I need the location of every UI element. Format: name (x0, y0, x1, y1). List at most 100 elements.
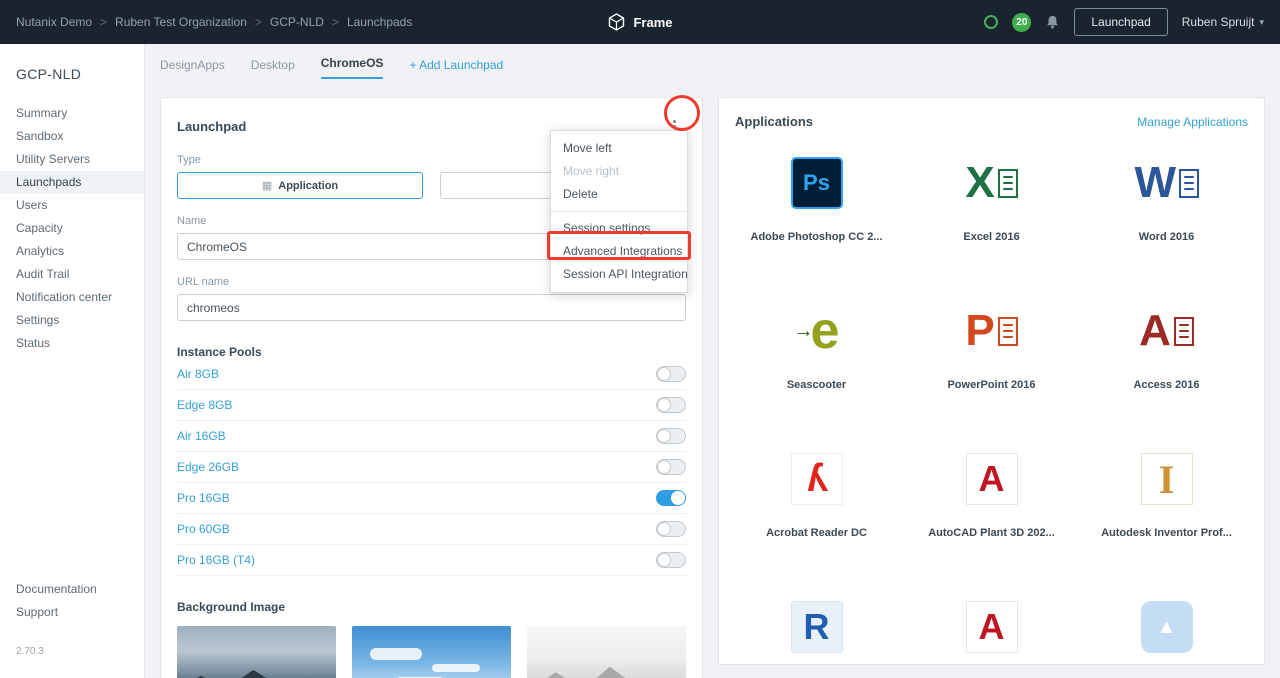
app-label: Adobe Photoshop CC 2... (751, 231, 883, 243)
sidebar-item-summary[interactable]: Summary (0, 102, 144, 125)
sidebar-item-status[interactable]: Status (0, 332, 144, 355)
manage-applications-link[interactable]: Manage Applications (1137, 115, 1248, 129)
pool-toggle[interactable] (656, 490, 686, 506)
app-inventor[interactable]: I Autodesk Inventor Prof... (1079, 447, 1254, 595)
pool-row: Edge 26GB (177, 452, 686, 483)
app-cloud[interactable]: ▲ (1079, 595, 1254, 665)
pool-toggle[interactable] (656, 428, 686, 444)
sidebar-item-utility-servers[interactable]: Utility Servers (0, 148, 144, 171)
app-label: Acrobat Reader DC (766, 527, 867, 539)
app-autocad[interactable]: A (904, 595, 1079, 665)
app-excel[interactable]: X Excel 2016 (904, 151, 1079, 299)
app-acrobat[interactable]: λ Acrobat Reader DC (729, 447, 904, 595)
breadcrumb-item[interactable]: GCP-NLD (270, 15, 324, 29)
applications-grid: Ps Adobe Photoshop CC 2... X Excel 2016 … (719, 145, 1264, 665)
breadcrumb: Nutanix Demo > Ruben Test Organization >… (16, 15, 412, 29)
breadcrumb-item[interactable]: Nutanix Demo (16, 15, 92, 29)
tab-designapps[interactable]: DesignApps (160, 58, 225, 79)
pool-toggle[interactable] (656, 397, 686, 413)
app-access[interactable]: A Access 2016 (1079, 299, 1254, 447)
instance-pools-title: Instance Pools (177, 345, 686, 359)
sidebar-item-users[interactable]: Users (0, 194, 144, 217)
frame-brand: Frame (607, 13, 672, 31)
sidebar-item-launchpads[interactable]: Launchpads (0, 171, 144, 194)
pool-link[interactable]: Pro 60GB (177, 522, 230, 536)
app-autocad-plant[interactable]: A AutoCAD Plant 3D 202... (904, 447, 1079, 595)
sidebar-item-documentation[interactable]: Documentation (0, 578, 144, 601)
pool-row: Air 16GB (177, 421, 686, 452)
type-application-button[interactable]: ▦ Application (177, 172, 423, 199)
launchpad-tabs: DesignApps Desktop ChromeOS + Add Launch… (160, 56, 503, 79)
pool-row: Pro 16GB (T4) (177, 545, 686, 576)
revit-icon: R (791, 601, 843, 653)
sidebar: GCP-NLD Summary Sandbox Utility Servers … (0, 44, 145, 678)
menu-item-advanced-integrations[interactable]: Advanced Integrations (551, 240, 687, 263)
chevron-down-icon: ▾ (1259, 17, 1264, 28)
app-label: Autodesk Inventor Prof... (1101, 527, 1232, 539)
url-name-input[interactable] (177, 294, 686, 321)
sidebar-item-capacity[interactable]: Capacity (0, 217, 144, 240)
pool-row: Air 8GB (177, 359, 686, 390)
user-name: Ruben Spruijt (1182, 15, 1255, 29)
app-powerpoint[interactable]: P PowerPoint 2016 (904, 299, 1079, 447)
frame-logo-icon (607, 13, 625, 31)
add-launchpad-link[interactable]: + Add Launchpad (409, 58, 503, 79)
pool-toggle[interactable] (656, 552, 686, 568)
user-menu[interactable]: Ruben Spruijt ▾ (1182, 15, 1264, 29)
excel-icon: X (960, 157, 1024, 209)
app-label: Seascooter (787, 379, 846, 391)
type-value: Application (278, 180, 338, 192)
background-image-title: Background Image (177, 600, 686, 614)
autocad-icon: A (966, 601, 1018, 653)
background-image-mountains[interactable] (177, 626, 336, 678)
powerpoint-icon: P (960, 305, 1024, 357)
breadcrumb-item[interactable]: Launchpads (347, 15, 412, 29)
access-icon: A (1135, 305, 1199, 357)
menu-item-session-api-integration[interactable]: Session API Integration (551, 263, 687, 286)
breadcrumb-item[interactable]: Ruben Test Organization (115, 15, 247, 29)
status-ring-icon[interactable] (984, 15, 998, 29)
sidebar-item-analytics[interactable]: Analytics (0, 240, 144, 263)
pool-link[interactable]: Air 16GB (177, 429, 226, 443)
notification-count-badge[interactable]: 20 (1012, 13, 1031, 32)
applications-title: Applications (735, 114, 813, 129)
menu-item-move-left[interactable]: Move left (551, 137, 687, 160)
top-bar: Nutanix Demo > Ruben Test Organization >… (0, 0, 1280, 44)
menu-item-delete[interactable]: Delete (551, 183, 687, 206)
pool-toggle[interactable] (656, 521, 686, 537)
launchpad-button[interactable]: Launchpad (1074, 8, 1167, 36)
bell-icon[interactable] (1045, 14, 1060, 30)
pool-toggle[interactable] (656, 366, 686, 382)
menu-item-session-settings[interactable]: Session settings (551, 217, 687, 240)
pool-link[interactable]: Pro 16GB (T4) (177, 553, 255, 567)
menu-divider (551, 211, 687, 212)
pool-row: Pro 60GB (177, 514, 686, 545)
pool-link[interactable]: Edge 8GB (177, 398, 232, 412)
app-photoshop[interactable]: Ps Adobe Photoshop CC 2... (729, 151, 904, 299)
cloud-app-icon: ▲ (1141, 601, 1193, 653)
sidebar-item-support[interactable]: Support (0, 601, 144, 624)
background-image-gray-mountains[interactable] (527, 626, 686, 678)
sidebar-item-audit-trail[interactable]: Audit Trail (0, 263, 144, 286)
app-label: Word 2016 (1139, 231, 1194, 243)
tab-chromeos[interactable]: ChromeOS (321, 56, 384, 79)
pool-link[interactable]: Pro 16GB (177, 491, 230, 505)
autocad-icon: A (966, 453, 1018, 505)
photoshop-icon: Ps (791, 157, 843, 209)
sidebar-item-settings[interactable]: Settings (0, 309, 144, 332)
pool-row: Edge 8GB (177, 390, 686, 421)
tab-desktop[interactable]: Desktop (251, 58, 295, 79)
kebab-dropdown-menu: Move left Move right Delete Session sett… (550, 130, 688, 293)
background-image-sky[interactable] (352, 626, 511, 678)
acrobat-icon: λ (791, 453, 843, 505)
pool-link[interactable]: Edge 26GB (177, 460, 239, 474)
app-word[interactable]: W Word 2016 (1079, 151, 1254, 299)
app-revit[interactable]: R (729, 595, 904, 665)
app-seascooter[interactable]: → e Seascooter (729, 299, 904, 447)
breadcrumb-separator: > (332, 15, 339, 29)
pool-toggle[interactable] (656, 459, 686, 475)
sidebar-item-sandbox[interactable]: Sandbox (0, 125, 144, 148)
word-icon: W (1135, 157, 1199, 209)
pool-link[interactable]: Air 8GB (177, 367, 219, 381)
sidebar-item-notification-center[interactable]: Notification center (0, 286, 144, 309)
